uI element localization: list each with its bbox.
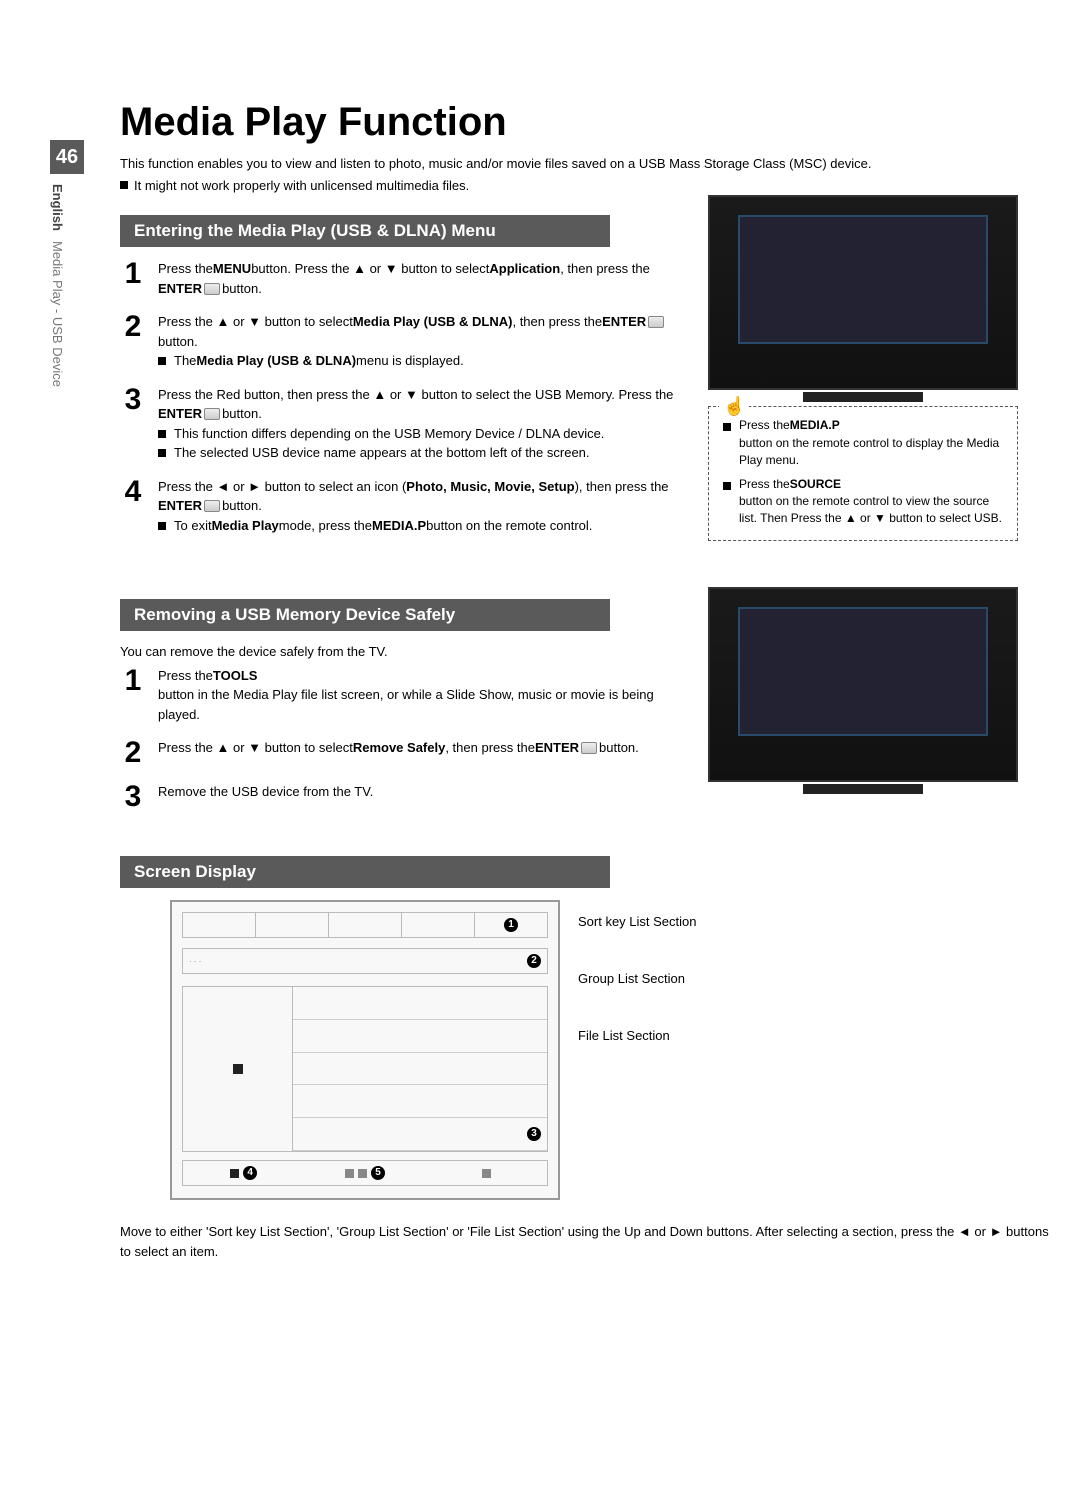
hand-icon: ☝ [719, 393, 749, 419]
content-area: Media Play Function This function enable… [120, 100, 1050, 1261]
step-row: 3 Press the Red button, then press the ▲… [120, 385, 690, 463]
diagram-box: 1 · · · 2 3 4 5 [170, 900, 560, 1200]
diagram-marker-5: 5 [371, 1166, 385, 1180]
step-row: 1 Press the MENU button. Press the ▲ or … [120, 259, 690, 298]
intro-note-text: It might not work properly with unlicens… [134, 178, 469, 193]
section-heading-entering-menu: Entering the Media Play (USB & DLNA) Men… [120, 215, 610, 247]
page-title: Media Play Function [120, 100, 1050, 145]
diagram-labels: Sort key List Section Group List Section… [578, 900, 697, 1082]
step-number: 3 [120, 782, 146, 812]
page-number: 46 [50, 140, 84, 174]
step-sub-note: The Media Play (USB & DLNA) menu is disp… [158, 351, 690, 371]
enter-icon [581, 742, 597, 754]
diagram-marker-4: 4 [243, 1166, 257, 1180]
label-sort-key-section: Sort key List Section [578, 912, 697, 933]
step-body: Press the ▲ or ▼ button to select Remove… [158, 738, 690, 768]
step-body: Press the TOOLS button in the Media Play… [158, 666, 690, 725]
step-row: 1 Press the TOOLS button in the Media Pl… [120, 666, 690, 725]
step-body: Press the MENU button. Press the ▲ or ▼ … [158, 259, 690, 298]
enter-icon [648, 316, 664, 328]
enter-icon [204, 283, 220, 295]
label-group-list-section: Group List Section [578, 969, 697, 990]
tip-item: Press the SOURCE button on the remote co… [723, 476, 1003, 528]
step-row: 3 Remove the USB device from the TV. [120, 782, 690, 812]
intro-text: This function enables you to view and li… [120, 155, 1050, 173]
step-body: Remove the USB device from the TV. [158, 782, 690, 812]
side-language-label: English [50, 184, 65, 231]
step-row: 4 Press the ◄ or ► button to select an i… [120, 477, 690, 536]
step-number: 3 [120, 385, 146, 463]
sidebar: 46 English Media Play - USB Device [50, 140, 100, 387]
step-row: 2 Press the ▲ or ▼ button to select Medi… [120, 312, 690, 371]
tip-item: Press the MEDIA.P button on the remote c… [723, 417, 1003, 469]
step-sub-note: This function differs depending on the U… [158, 424, 690, 444]
section-heading-screen-display: Screen Display [120, 856, 610, 888]
step-number: 4 [120, 477, 146, 536]
step-body: Press the Red button, then press the ▲ o… [158, 385, 690, 463]
screen-display-description: Move to either 'Sort key List Section', … [120, 1222, 1050, 1261]
tv-illustration [708, 587, 1018, 782]
intro-note: It might not work properly with unlicens… [120, 177, 1050, 195]
enter-icon [204, 500, 220, 512]
step-body: Press the ◄ or ► button to select an ico… [158, 477, 690, 536]
screen-display-diagram: 1 · · · 2 3 4 5 [120, 900, 1050, 1200]
diagram-marker-2: 2 [527, 954, 541, 968]
step-body: Press the ▲ or ▼ button to select Media … [158, 312, 690, 371]
step-row: 2 Press the ▲ or ▼ button to select Remo… [120, 738, 690, 768]
step-number: 1 [120, 666, 146, 725]
tv-illustration [708, 195, 1018, 390]
label-file-list-section: File List Section [578, 1026, 697, 1047]
manual-page: 46 English Media Play - USB Device Media… [0, 0, 1080, 1488]
step-number: 2 [120, 312, 146, 371]
diagram-marker-3: 3 [527, 1127, 541, 1141]
section2-lead: You can remove the device safely from th… [120, 643, 690, 661]
section-heading-remove-usb: Removing a USB Memory Device Safely [120, 599, 610, 631]
side-section-label: Media Play - USB Device [50, 241, 65, 387]
step-number: 1 [120, 259, 146, 298]
step-sub-note: To exit Media Play mode, press the MEDIA… [158, 516, 690, 536]
step-number: 2 [120, 738, 146, 768]
diagram-marker-1: 1 [504, 918, 518, 932]
enter-icon [204, 408, 220, 420]
step-sub-note: The selected USB device name appears at … [158, 443, 690, 463]
tip-callout: ☝ Press the MEDIA.P button on the remote… [708, 406, 1018, 540]
